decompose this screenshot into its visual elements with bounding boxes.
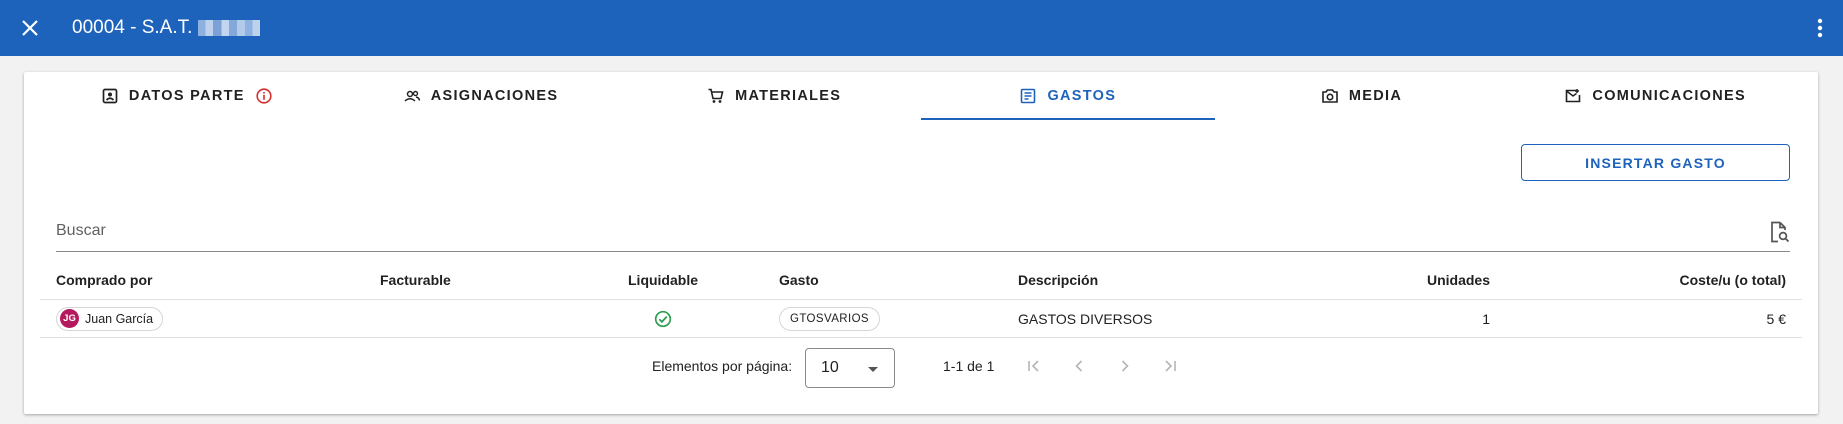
first-page-icon xyxy=(1028,360,1039,372)
last-page-button[interactable] xyxy=(1158,354,1182,378)
chevron-left-icon xyxy=(1075,360,1083,372)
tab-label: MEDIA xyxy=(1348,88,1403,104)
tab-label: GASTOS xyxy=(1047,88,1117,104)
tab-datos-parte[interactable]: DATOS PARTE xyxy=(40,72,334,120)
tab-gastos[interactable]: GASTOS xyxy=(921,72,1215,120)
page-range-label: 1-1 de 1 xyxy=(943,358,995,374)
tab-label: MATERIALES xyxy=(735,88,842,104)
expense-code-chip[interactable]: GTOSVARIOS xyxy=(779,306,880,331)
chevron-right-icon xyxy=(1121,360,1129,372)
receipt-icon xyxy=(1021,88,1036,104)
dropdown-arrow-icon xyxy=(868,367,878,372)
col-liquidable[interactable]: Liquidable xyxy=(606,260,720,299)
col-coste[interactable]: Coste/u (o total) xyxy=(1590,260,1786,299)
avatar: JG xyxy=(60,309,79,328)
tab-bar: DATOS PARTE ASIGNACIONES MATERIALES GAST… xyxy=(40,72,1802,120)
close-icon xyxy=(22,20,38,36)
previous-page-button[interactable] xyxy=(1067,354,1091,378)
insert-expense-button[interactable]: INSERTAR GASTO xyxy=(1521,144,1790,181)
main-card: DATOS PARTE ASIGNACIONES MATERIALES GAST… xyxy=(24,72,1818,414)
page-size-select[interactable]: 10 xyxy=(805,348,895,388)
user-name: Juan García xyxy=(85,311,154,326)
tab-materiales[interactable]: MATERIALES xyxy=(627,72,921,120)
more-options-button[interactable] xyxy=(1808,12,1832,44)
page-size-value: 10 xyxy=(821,359,839,376)
tab-asignaciones[interactable]: ASIGNACIONES xyxy=(334,72,628,120)
last-page-icon xyxy=(1165,360,1176,372)
table-row[interactable]: JG Juan García GTOSVARIOS GASTOS DIVERSO… xyxy=(40,300,1802,338)
page-title-text: 00004 - S.A.T. xyxy=(72,17,193,38)
group-icon xyxy=(404,90,420,102)
cart-icon xyxy=(708,88,724,103)
tab-label: ASIGNACIONES xyxy=(430,88,559,104)
tab-label: DATOS PARTE xyxy=(128,88,245,104)
col-unidades[interactable]: Unidades xyxy=(1340,260,1490,299)
tab-label: COMUNICACIONES xyxy=(1592,88,1746,104)
table-header: Comprado por Facturable Liquidable Gasto… xyxy=(40,260,1802,300)
col-descripcion[interactable]: Descripción xyxy=(1018,260,1098,299)
description-cell: GASTOS DIVERSOS xyxy=(1018,310,1153,327)
units-cell: 1 xyxy=(1482,310,1490,327)
info-icon xyxy=(256,88,272,104)
redacted-text xyxy=(198,20,261,36)
paginator: Elementos por página: 10 1-1 de 1 xyxy=(24,338,1818,394)
tab-comunicaciones[interactable]: COMUNICACIONES xyxy=(1508,72,1802,120)
search-input[interactable] xyxy=(56,220,1746,242)
buyer-cell: JG Juan García xyxy=(56,300,164,337)
top-app-bar: 00004 - S.A.T. xyxy=(0,0,1843,56)
next-page-button[interactable] xyxy=(1113,354,1137,378)
tab-media[interactable]: MEDIA xyxy=(1215,72,1509,120)
mail-icon xyxy=(1566,89,1581,103)
col-facturable[interactable]: Facturable xyxy=(380,260,451,299)
search-field xyxy=(56,212,1790,252)
page-title: 00004 - S.A.T. xyxy=(72,17,261,39)
expense-code-cell: GTOSVARIOS xyxy=(779,300,880,337)
contact-card-icon xyxy=(102,88,118,104)
cost-cell: 5 € xyxy=(1766,310,1786,327)
document-search-icon[interactable] xyxy=(1768,220,1790,244)
user-chip[interactable]: JG Juan García xyxy=(56,306,164,331)
check-circle-icon xyxy=(654,310,672,327)
first-page-button[interactable] xyxy=(1022,354,1046,378)
close-button[interactable] xyxy=(14,12,46,44)
col-gasto[interactable]: Gasto xyxy=(779,260,819,299)
col-comprado-por[interactable]: Comprado por xyxy=(56,260,152,299)
camera-icon xyxy=(1322,89,1338,103)
page-size-label: Elementos por página: xyxy=(652,358,793,374)
more-vertical-icon xyxy=(1817,18,1823,38)
liquidable-cell xyxy=(606,300,720,337)
